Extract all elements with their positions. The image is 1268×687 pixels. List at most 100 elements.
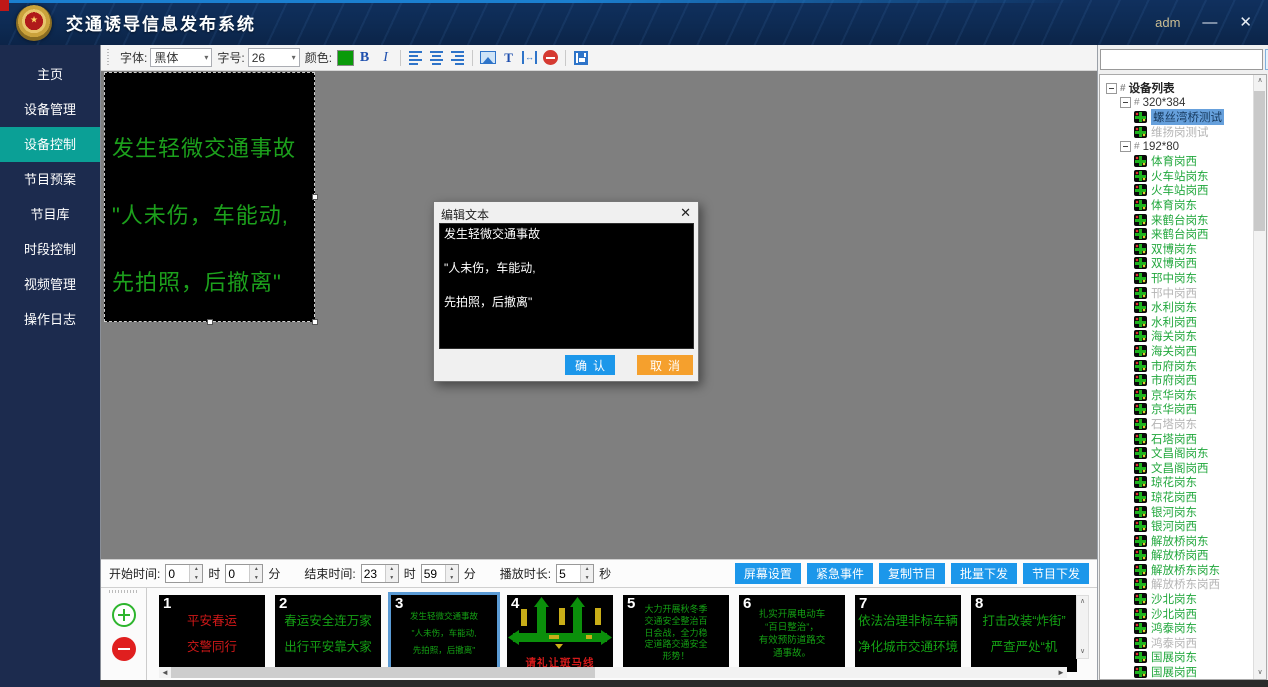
device-tree-item[interactable]: 双博岗东 <box>1104 242 1266 257</box>
device-tree-item[interactable]: 鸿泰岗西 <box>1104 636 1266 651</box>
playlist-thumbnail[interactable]: 1平安春运交警同行 <box>159 595 265 672</box>
action-button-节目下发[interactable]: 节目下发 <box>1023 563 1089 584</box>
device-tree-item[interactable]: 解放桥东岗东 <box>1104 563 1266 578</box>
cancel-button[interactable]: 取消 <box>637 355 693 375</box>
scroll-right-icon[interactable]: ► <box>1055 668 1067 677</box>
device-tree-item[interactable]: 国展岗东 <box>1104 650 1266 665</box>
led-preview[interactable]: 发生轻微交通事故"人未伤，车能动,先拍照，后撤离" <box>104 72 315 322</box>
device-tree-item[interactable]: 水利岗西 <box>1104 315 1266 330</box>
spinner-down-icon[interactable]: ▼ <box>581 574 593 583</box>
device-tree-item[interactable]: 维扬岗测试 <box>1104 125 1266 140</box>
action-button-屏幕设置[interactable]: 屏幕设置 <box>735 563 801 584</box>
align-left-icon[interactable] <box>405 48 426 68</box>
device-tree-item[interactable]: 琼花岗西 <box>1104 490 1266 505</box>
minimize-icon[interactable]: — <box>1202 15 1217 30</box>
device-tree-item[interactable]: 来鹤台岗西 <box>1104 227 1266 242</box>
device-search-input[interactable] <box>1100 49 1263 70</box>
spinner-up-icon[interactable]: ▲ <box>386 565 398 574</box>
spinner-up-icon[interactable]: ▲ <box>446 565 458 574</box>
close-icon[interactable]: ✕ <box>1239 15 1252 30</box>
device-tree-item[interactable]: 火车站岗东 <box>1104 169 1266 184</box>
tree-group[interactable]: #320*384 <box>1104 96 1266 111</box>
device-tree-item[interactable]: 琼花岗东 <box>1104 475 1266 490</box>
device-tree-item[interactable]: 火车站岗西 <box>1104 183 1266 198</box>
delete-program-button[interactable] <box>112 637 136 661</box>
scroll-up-icon[interactable]: ∧ <box>1257 75 1262 87</box>
device-tree-item[interactable]: 京华岗西 <box>1104 402 1266 417</box>
duration-input[interactable] <box>557 565 580 582</box>
device-tree-item[interactable]: 国展岗西 <box>1104 665 1266 680</box>
design-canvas[interactable]: 发生轻微交通事故"人未伤，车能动,先拍照，后撤离" 编辑文本 ✕ 发生轻微交通事… <box>101 71 1097 559</box>
spinner-down-icon[interactable]: ▼ <box>446 574 458 583</box>
sidebar-item-设备控制[interactable]: 设备控制 <box>0 127 100 162</box>
confirm-button[interactable]: 确认 <box>565 355 615 375</box>
start-hour-input[interactable] <box>166 565 189 582</box>
font-size-select[interactable]: 26▾ <box>248 48 300 67</box>
device-tree-item[interactable]: 京华岗东 <box>1104 387 1266 402</box>
playlist-vertical-scrollbar[interactable]: ∧ ∨ <box>1076 595 1089 659</box>
scroll-up-icon[interactable]: ∧ <box>1080 596 1085 608</box>
sidebar-item-主页[interactable]: 主页 <box>0 57 100 92</box>
scroll-down-icon[interactable]: ∨ <box>1257 667 1262 679</box>
action-button-紧急事件[interactable]: 紧急事件 <box>807 563 873 584</box>
end-hour-input[interactable] <box>362 565 385 582</box>
device-tree-item[interactable]: 体育岗西 <box>1104 154 1266 169</box>
device-tree-item[interactable]: 石塔岗东 <box>1104 417 1266 432</box>
device-tree-item[interactable]: 体育岗东 <box>1104 198 1266 213</box>
device-tree-item[interactable]: 沙北岗东 <box>1104 592 1266 607</box>
insert-text-icon[interactable]: T <box>498 48 519 68</box>
spinner-down-icon[interactable]: ▼ <box>250 574 262 583</box>
scrollbar-thumb[interactable] <box>171 667 595 678</box>
playlist-horizontal-scrollbar[interactable]: ◄ ► <box>159 667 1067 678</box>
color-swatch[interactable] <box>337 50 354 66</box>
device-tree-item[interactable]: 邗中岗西 <box>1104 285 1266 300</box>
sidebar-item-设备管理[interactable]: 设备管理 <box>0 92 100 127</box>
device-tree-item[interactable]: 螺丝湾桥测试 <box>1104 110 1266 125</box>
action-button-复制节目[interactable]: 复制节目 <box>879 563 945 584</box>
collapse-icon[interactable] <box>1106 83 1117 94</box>
sidebar-item-节目预案[interactable]: 节目预案 <box>0 162 100 197</box>
start-hour-stepper[interactable]: ▲▼ <box>165 564 203 583</box>
spinner-up-icon[interactable]: ▲ <box>250 565 262 574</box>
resize-handle[interactable] <box>312 194 318 200</box>
playlist-thumbnail[interactable]: 8打击改装“炸街”严查严处“机 <box>971 595 1077 672</box>
start-minute-stepper[interactable]: ▲▼ <box>225 564 263 583</box>
device-tree-item[interactable]: 沙北岗西 <box>1104 606 1266 621</box>
bold-button[interactable]: B <box>354 48 375 68</box>
add-program-button[interactable] <box>112 603 136 627</box>
sidebar-item-操作日志[interactable]: 操作日志 <box>0 302 100 337</box>
playlist-thumbnail[interactable]: 2春运安全连万家出行平安靠大家 <box>275 595 381 672</box>
close-icon[interactable]: ✕ <box>680 205 691 221</box>
playlist-thumbnail[interactable]: 4 请礼让斑马线 <box>507 595 613 672</box>
duration-stepper[interactable]: ▲▼ <box>556 564 594 583</box>
scroll-left-icon[interactable]: ◄ <box>159 668 171 677</box>
end-minute-stepper[interactable]: ▲▼ <box>421 564 459 583</box>
playlist-thumbnail[interactable]: 6扎实开展电动车“百日整治”，有效预防道路交通事故。 <box>739 595 845 672</box>
sidebar-item-时段控制[interactable]: 时段控制 <box>0 232 100 267</box>
device-tree-item[interactable]: 市府岗西 <box>1104 373 1266 388</box>
end-minute-input[interactable] <box>422 565 445 582</box>
end-hour-stepper[interactable]: ▲▼ <box>361 564 399 583</box>
device-tree-item[interactable]: 解放桥岗东 <box>1104 533 1266 548</box>
device-tree-item[interactable]: 解放桥东岗西 <box>1104 577 1266 592</box>
device-tree-item[interactable]: 市府岗东 <box>1104 358 1266 373</box>
device-tree-item[interactable]: 文昌阁岗东 <box>1104 446 1266 461</box>
device-tree-item[interactable]: 石塔岗西 <box>1104 431 1266 446</box>
device-tree-item[interactable]: 解放桥岗西 <box>1104 548 1266 563</box>
device-tree-item[interactable]: 邗中岗东 <box>1104 271 1266 286</box>
tree-group[interactable]: #192*80 <box>1104 139 1266 154</box>
tree-vertical-scrollbar[interactable]: ∧ ∨ <box>1253 75 1266 679</box>
resize-handle[interactable] <box>207 319 213 325</box>
remove-icon[interactable] <box>540 48 561 68</box>
align-right-icon[interactable] <box>447 48 468 68</box>
scroll-down-icon[interactable]: ∨ <box>1080 646 1085 658</box>
dialog-textarea[interactable]: 发生轻微交通事故 "人未伤，车能动, 先拍照，后撤离" <box>439 223 694 349</box>
device-tree-item[interactable]: 海关岗西 <box>1104 344 1266 359</box>
italic-button[interactable]: I <box>375 48 396 68</box>
spinner-down-icon[interactable]: ▼ <box>190 574 202 583</box>
spinner-down-icon[interactable]: ▼ <box>386 574 398 583</box>
tree-root[interactable]: #设备列表 <box>1104 81 1266 96</box>
sidebar-item-节目库[interactable]: 节目库 <box>0 197 100 232</box>
fit-width-icon[interactable]: ↔ <box>519 48 540 68</box>
scrollbar-thumb[interactable] <box>1254 91 1265 231</box>
